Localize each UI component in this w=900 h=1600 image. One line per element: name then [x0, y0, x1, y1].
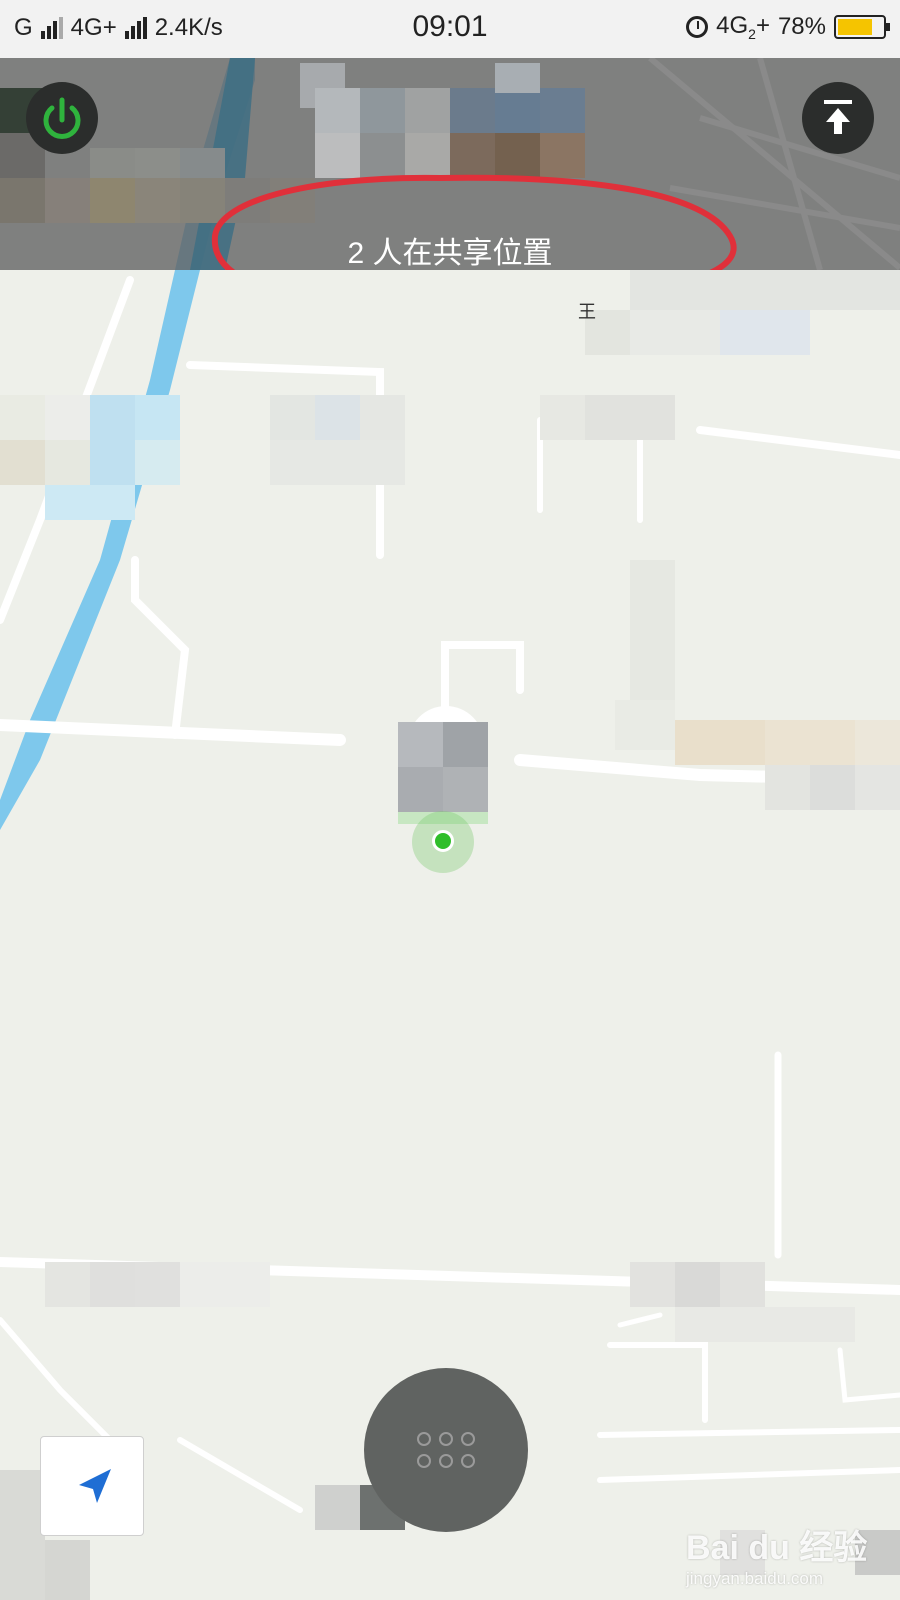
exit-sharing-button[interactable] [26, 82, 98, 154]
poi-label: 王 [578, 302, 596, 322]
avatar-tile-2 [443, 722, 488, 767]
avatar-tile-4 [443, 767, 488, 812]
alarm-icon [686, 15, 709, 38]
locate-arrow-icon [79, 1469, 111, 1503]
menu-button[interactable] [364, 1368, 528, 1532]
status-bar: G 4G+ 2.4K/s 09:01 4G2+ 78% [0, 0, 900, 58]
watermark: Bai du 经验 jingyan.baidu.com [686, 1520, 867, 1589]
map-screen: G 4G+ 2.4K/s 09:01 4G2+ 78% 王 2 人在共享位置 B… [0, 0, 900, 1600]
battery-fill [838, 18, 872, 35]
power-icon [43, 97, 81, 139]
avatar-tile-1 [398, 722, 443, 767]
collapse-button[interactable] [802, 82, 874, 154]
avatar-tile-3 [398, 767, 443, 812]
network-type: 4G2+ [716, 12, 770, 42]
locate-me-button[interactable] [40, 1436, 144, 1536]
location-dot-icon [432, 830, 454, 852]
grid-dots-icon [417, 1432, 475, 1468]
watermark-url: jingyan.baidu.com [686, 1569, 824, 1588]
shared-user-pin[interactable] [398, 706, 494, 873]
watermark-brand: Bai du 经验 [686, 1529, 868, 1567]
collapse-up-icon [824, 100, 852, 134]
status-right: 4G2+ 78% [686, 12, 890, 42]
battery-icon [834, 14, 890, 39]
sharing-count-label: 2 人在共享位置 [347, 237, 553, 270]
battery-percent: 78% [777, 12, 826, 40]
